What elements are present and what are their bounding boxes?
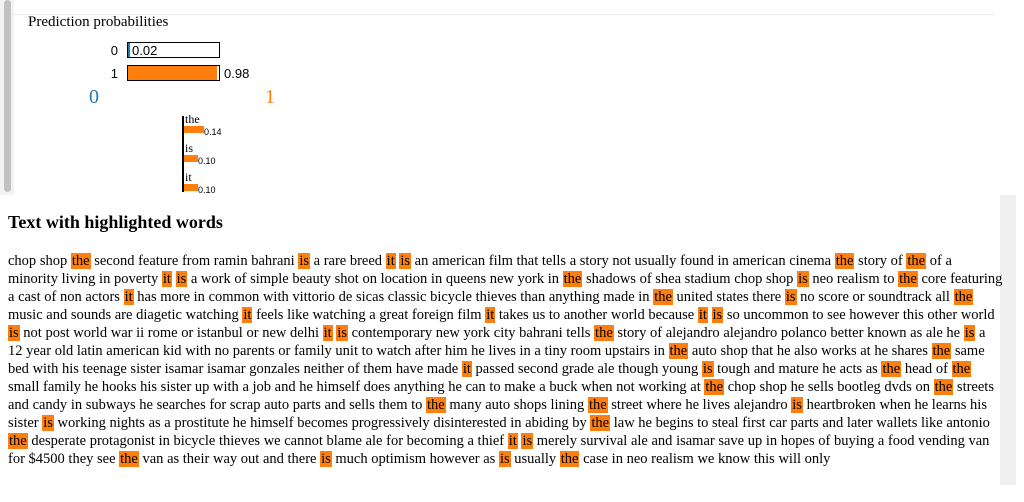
highlighted-word: it — [507, 433, 518, 449]
highlighted-word: is — [399, 253, 412, 269]
highlighted-word: is — [797, 271, 809, 287]
class-0-probability-bar: 0.02 — [127, 42, 220, 58]
class-0-probability-fill — [128, 43, 130, 57]
highlighted-word: the — [951, 361, 972, 377]
highlighted-word: is — [521, 433, 534, 449]
highlighted-word: the — [119, 451, 139, 467]
highlighted-word: is — [701, 361, 714, 377]
highlighted-word: the — [426, 397, 446, 413]
class-1-probability-fill — [128, 66, 217, 80]
highlighted-word: it — [123, 289, 134, 305]
feature-label-it: it — [185, 170, 192, 184]
highlighted-word: the — [562, 271, 583, 287]
highlighted-word: the — [933, 379, 954, 395]
feature-label-is: is — [185, 141, 194, 155]
class-name-negative: 0 — [89, 86, 99, 108]
feature-value-is: 0.10 — [198, 156, 216, 166]
highlighted-word: the — [704, 379, 725, 395]
left-scrollbar[interactable] — [0, 0, 14, 195]
highlighted-word: the — [931, 343, 952, 359]
highlighted-word: is — [791, 397, 803, 413]
highlighted-text-title: Text with highlighted words — [8, 212, 223, 232]
feature-bar-is — [184, 155, 198, 162]
highlighted-word: is — [498, 451, 511, 467]
highlighted-word: is — [711, 307, 724, 323]
highlighted-word: is — [298, 253, 310, 269]
highlighted-word: the — [834, 253, 855, 269]
highlighted-word: the — [590, 415, 611, 431]
prediction-probabilities-title: Prediction probabilities — [28, 14, 169, 30]
left-scrollbar-thumb[interactable] — [4, 0, 11, 192]
highlighted-word: the — [881, 361, 902, 377]
class-0-probability-value: 0.02 — [132, 43, 158, 58]
highlighted-word: the — [70, 253, 91, 269]
highlighted-word: the — [906, 253, 927, 269]
highlighted-word: it — [461, 361, 472, 377]
class-1-probability-bar — [127, 65, 220, 81]
highlighted-word: the — [653, 289, 673, 305]
highlighted-word: the — [594, 325, 614, 341]
highlighted-word: it — [322, 325, 333, 341]
feature-bar-it — [184, 184, 198, 191]
highlighted-word: it — [161, 271, 172, 287]
class-0-row-label: 0 — [110, 43, 118, 58]
highlighted-word: is — [336, 325, 348, 341]
class-1-row-label: 1 — [110, 66, 118, 81]
highlighted-word: the — [559, 451, 580, 467]
highlighted-word: is — [42, 415, 54, 431]
highlighted-word: the — [587, 397, 608, 413]
highlighted-word: it — [242, 307, 253, 323]
feature-label-the: the — [185, 112, 200, 126]
feature-value-it: 0.10 — [198, 185, 216, 195]
highlighted-text-body: chop shop the second feature from ramin … — [8, 253, 1003, 467]
feature-bar-the — [184, 126, 204, 133]
highlighted-word: is — [8, 325, 20, 341]
highlighted-word: is — [963, 325, 976, 341]
highlighted-word: it — [697, 307, 708, 323]
highlighted-word: the — [953, 289, 974, 305]
highlighted-word: the — [898, 271, 918, 287]
highlighted-word: is — [784, 289, 797, 305]
highlighted-word: the — [8, 433, 28, 449]
feature-value-the: 0.14 — [204, 127, 222, 137]
highlighted-word: is — [175, 271, 188, 287]
highlighted-word: it — [485, 307, 496, 323]
highlighted-word: is — [320, 451, 332, 467]
highlighted-word: the — [668, 343, 689, 359]
highlighted-word: it — [385, 253, 396, 269]
class-name-positive: 1 — [265, 86, 275, 108]
class-1-probability-value: 0.98 — [224, 66, 250, 81]
